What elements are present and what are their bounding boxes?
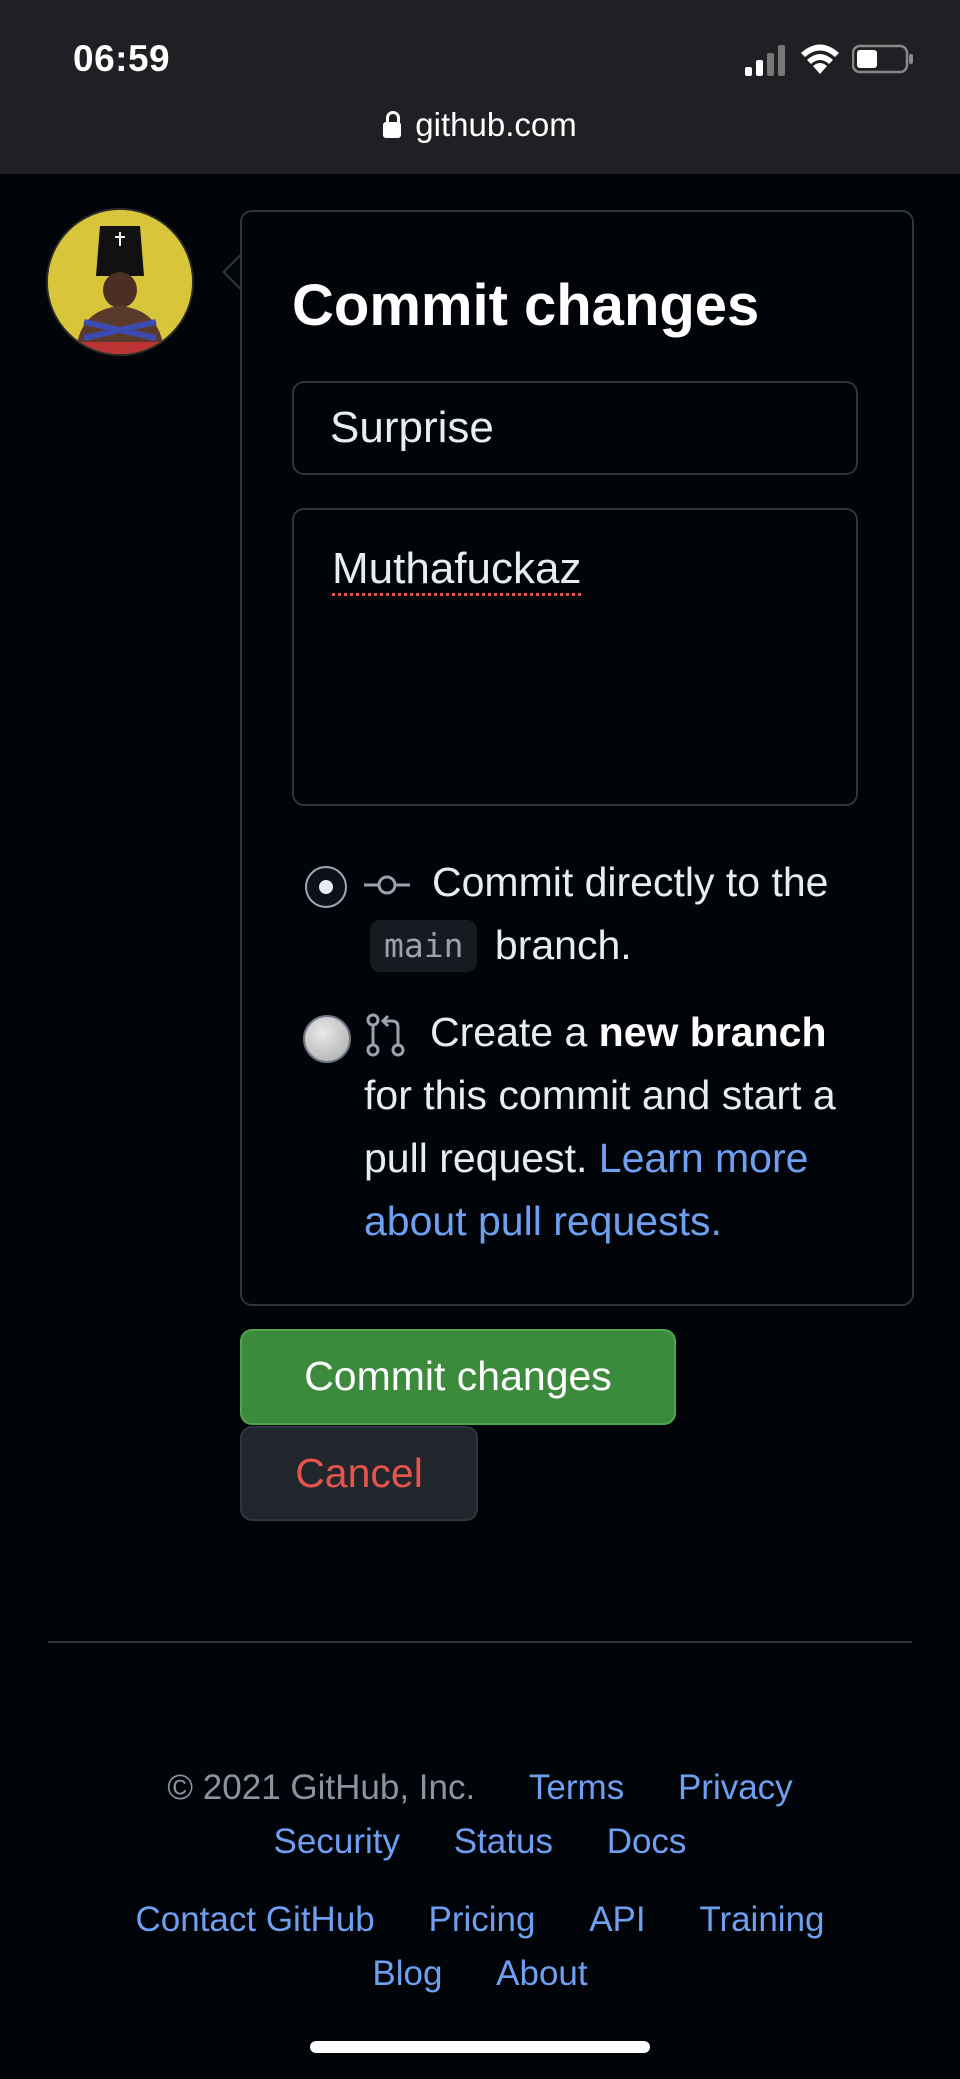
footer-link-training[interactable]: Training [699, 1900, 824, 1939]
new-branch-option[interactable]: Create a new branch for this commit and … [364, 1001, 884, 1253]
battery-icon [852, 44, 913, 74]
git-pull-request-icon [366, 1013, 405, 1057]
commit-summary-input[interactable]: Surprise [292, 381, 858, 475]
lock-icon [383, 111, 402, 138]
footer-row-2: Security Status Docs [0, 1822, 960, 1862]
footer-link-about[interactable]: About [496, 1954, 587, 1993]
cancel-button[interactable]: Cancel [240, 1426, 478, 1521]
status-bar: 06:59 github.com [0, 0, 960, 174]
commit-directly-text: Commit directly to the [432, 859, 829, 905]
footer-link-status[interactable]: Status [454, 1822, 553, 1861]
git-commit-icon [364, 875, 410, 895]
new-branch-text: Create a [430, 1009, 588, 1055]
commit-description-textarea[interactable]: Muthafuckaz [292, 508, 858, 806]
wifi-icon [801, 44, 839, 74]
home-indicator[interactable] [310, 2041, 650, 2053]
footer-row-3: Contact GitHub Pricing API Training [0, 1900, 960, 1940]
footer-row-1: © 2021 GitHub, Inc. Terms Privacy [0, 1768, 960, 1808]
commit-directly-radio[interactable] [305, 866, 347, 908]
new-branch-radio[interactable] [303, 1015, 351, 1063]
branch-name: main [370, 920, 478, 972]
status-time: 06:59 [73, 38, 171, 79]
footer-link-docs[interactable]: Docs [607, 1822, 687, 1861]
commit-changes-button[interactable]: Commit changes [240, 1329, 676, 1425]
footer-row-4: Blog About [0, 1954, 960, 1994]
footer-link-api[interactable]: API [589, 1900, 645, 1939]
footer-divider [48, 1641, 912, 1643]
description-text: Muthafuckaz [332, 544, 582, 593]
url-text: github.com [415, 106, 577, 143]
commit-directly-suffix: branch. [494, 922, 632, 968]
panel-pointer [222, 252, 243, 292]
cellular-signal-icon [745, 44, 787, 76]
footer-link-privacy[interactable]: Privacy [678, 1768, 793, 1807]
commit-directly-option[interactable]: Commit directly to the main branch. [364, 851, 884, 977]
footer-link-blog[interactable]: Blog [372, 1954, 442, 1993]
new-branch-bold: new branch [598, 1009, 827, 1055]
footer-link-terms[interactable]: Terms [529, 1768, 624, 1807]
panel-title: Commit changes [292, 273, 760, 338]
copyright: © 2021 GitHub, Inc. [167, 1768, 476, 1807]
avatar[interactable] [48, 210, 192, 354]
address-bar[interactable]: github.com [0, 106, 960, 144]
avatar-image [48, 210, 192, 354]
footer-link-security[interactable]: Security [274, 1822, 400, 1861]
footer-link-pricing[interactable]: Pricing [428, 1900, 535, 1939]
footer-link-contact[interactable]: Contact GitHub [135, 1900, 374, 1939]
